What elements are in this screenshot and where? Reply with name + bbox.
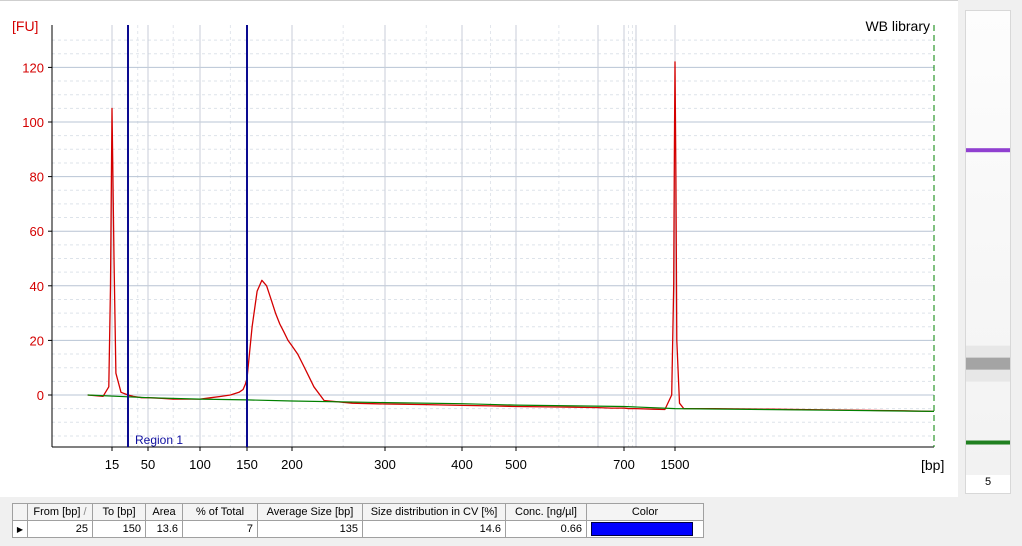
col-header-to[interactable]: To [bp] [92, 503, 146, 521]
table-row[interactable]: ▶ 25 150 13.6 7 135 14.6 0.66 [12, 520, 704, 538]
gel-band [966, 148, 1010, 153]
cell-avg-size[interactable]: 135 [257, 520, 363, 538]
x-tick-label: 1500 [661, 457, 690, 472]
lane-number: 5 [984, 476, 992, 488]
electropherogram-panel: 0 20 40 60 80 100 120 15 50 100 150 200 300 400 500 700… [0, 0, 958, 497]
row-pointer-icon: ▶ [12, 520, 28, 538]
col-header-cv[interactable]: Size distribution in CV [%] [362, 503, 506, 521]
x-tick-label: 500 [505, 457, 527, 472]
col-header-pct-total[interactable]: % of Total [182, 503, 258, 521]
y-axis-label: [FU] [12, 18, 38, 34]
row-selector-header [12, 503, 28, 521]
gel-band [966, 357, 1010, 370]
region-label: Region 1 [135, 433, 183, 447]
col-header-area[interactable]: Area [145, 503, 183, 521]
results-table: From [bp] / To [bp] Area % of Total Aver… [12, 503, 704, 538]
cell-from[interactable]: 25 [27, 520, 93, 538]
x-tick-label: 300 [374, 457, 396, 472]
col-header-from-label: From [bp] [33, 506, 81, 518]
x-tick-label: 50 [141, 457, 155, 472]
electropherogram-chart: 0 20 40 60 80 100 120 15 50 100 150 200 300 400 500 700… [12, 18, 944, 473]
x-tick-label: 700 [613, 457, 635, 472]
y-tick-label: 60 [30, 224, 44, 239]
y-tick-label: 80 [30, 170, 44, 185]
sample-trace-line [87, 61, 935, 413]
table-header-row: From [bp] / To [bp] Area % of Total Aver… [12, 503, 704, 521]
y-tick-label: 40 [30, 279, 44, 294]
cell-color[interactable] [586, 520, 704, 538]
cell-cv[interactable]: 14.6 [362, 520, 506, 538]
x-tick-label: 200 [281, 457, 303, 472]
col-header-color[interactable]: Color [586, 503, 704, 521]
x-tick-label: 150 [236, 457, 258, 472]
y-tick-label: 120 [22, 60, 44, 75]
y-tick-label: 100 [22, 115, 44, 130]
cell-area[interactable]: 13.6 [145, 520, 183, 538]
cell-to[interactable]: 150 [92, 520, 146, 538]
x-tick-label: 400 [451, 457, 473, 472]
sort-indicator: / [83, 506, 87, 518]
gel-image-panel: 5 [965, 10, 1011, 494]
cell-pct-total[interactable]: 7 [182, 520, 258, 538]
x-tick-label: 100 [189, 457, 211, 472]
x-axis-label: [bp] [921, 457, 944, 473]
chart-title: WB library [865, 18, 930, 34]
gel-band [966, 440, 1010, 445]
cell-conc[interactable]: 0.66 [505, 520, 587, 538]
col-header-conc[interactable]: Conc. [ng/µl] [505, 503, 587, 521]
y-tick-label: 20 [30, 333, 44, 348]
color-swatch[interactable] [591, 522, 693, 536]
col-header-avg-size[interactable]: Average Size [bp] [257, 503, 363, 521]
col-header-from[interactable]: From [bp] / [27, 503, 93, 521]
y-tick-label: 0 [37, 388, 44, 403]
gel-lane [966, 11, 1010, 475]
x-tick-label: 15 [105, 457, 119, 472]
